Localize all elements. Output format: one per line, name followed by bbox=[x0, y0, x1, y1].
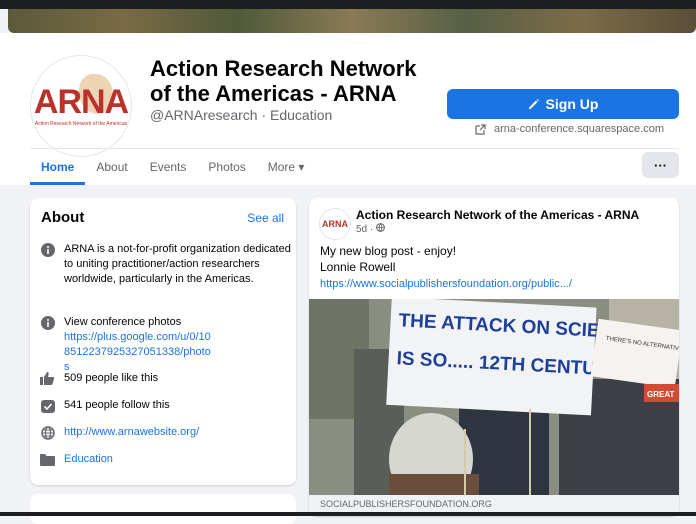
post-author-avatar[interactable]: ARNA bbox=[320, 209, 350, 239]
likes-count: 509 people like this bbox=[64, 372, 159, 384]
profile-picture[interactable]: ARNA Action Research Network of the Amer… bbox=[31, 56, 131, 156]
page-tabs: Home About Events Photos More ▾ bbox=[30, 149, 315, 185]
globe-icon bbox=[40, 425, 55, 440]
sign-great-text: GREAT bbox=[647, 390, 675, 399]
post-timestamp[interactable]: 5d · bbox=[356, 223, 385, 235]
thumbs-up-icon bbox=[40, 371, 55, 386]
post-link-preview-image[interactable]: THE ATTACK ON SCIENCE IS SO..... 12TH CE… bbox=[309, 299, 679, 495]
category-row: Education bbox=[40, 452, 294, 467]
info-icon bbox=[40, 242, 55, 257]
sign-up-button[interactable]: Sign Up bbox=[447, 89, 679, 119]
follows-count: 541 people follow this bbox=[64, 399, 170, 411]
pencil-icon bbox=[528, 99, 539, 109]
more-options-button[interactable]: ··· bbox=[642, 152, 679, 178]
sign-small: THERE'S NO ALTERNATIVE EARTH! bbox=[590, 318, 679, 388]
post-time-text: 5d · bbox=[356, 224, 377, 235]
tab-events[interactable]: Events bbox=[139, 149, 198, 185]
window-bottom-bar bbox=[0, 512, 696, 516]
website-row: http://www.arnawebsite.org/ bbox=[40, 425, 294, 440]
page-header: ARNA Action Research Network of the Amer… bbox=[0, 33, 696, 185]
page-title: Action Research Network of the Americas … bbox=[150, 56, 417, 106]
post-author-name[interactable]: Action Research Network of the Americas … bbox=[356, 208, 639, 222]
website-link[interactable]: arna-conference.squarespace.com bbox=[475, 123, 664, 135]
sign-up-label: Sign Up bbox=[545, 96, 599, 112]
conference-photos-link[interactable]: https://plus.google.com/u/0/108512237925… bbox=[64, 331, 211, 373]
category-link[interactable]: Education bbox=[64, 452, 294, 467]
tab-home[interactable]: Home bbox=[30, 149, 86, 185]
post-card: ARNA Action Research Network of the Amer… bbox=[309, 198, 679, 516]
likes-row: 509 people like this bbox=[40, 371, 294, 386]
post-text-line-1: My new blog post - enjoy! bbox=[320, 244, 457, 258]
page-handle-category: @ARNAresearch · Education bbox=[150, 107, 333, 123]
website-link-text: arna-conference.squarespace.com bbox=[494, 123, 664, 135]
arna-logo: ARNA bbox=[33, 83, 129, 121]
about-description: ARNA is a not-for-profit organization de… bbox=[64, 243, 291, 285]
globe-icon bbox=[376, 223, 385, 232]
conference-photos-row: View conference photos https://plus.goog… bbox=[40, 315, 214, 375]
folder-icon bbox=[40, 452, 55, 467]
post-text-line-2: Lonnie Rowell bbox=[320, 260, 396, 274]
post-link[interactable]: https://www.socialpublishersfoundation.o… bbox=[320, 278, 572, 290]
second-sidebar-card bbox=[30, 494, 296, 524]
tab-about[interactable]: About bbox=[85, 149, 138, 185]
tab-more[interactable]: More ▾ bbox=[257, 149, 316, 185]
about-website-link[interactable]: http://www.arnawebsite.org/ bbox=[64, 425, 294, 440]
external-link-icon bbox=[475, 123, 486, 135]
tab-photos[interactable]: Photos bbox=[197, 149, 256, 185]
follow-check-icon bbox=[40, 398, 55, 413]
window-top-bar bbox=[0, 0, 696, 9]
about-card: About See all ARNA is a not-for-profit o… bbox=[30, 198, 296, 485]
follows-row: 541 people follow this bbox=[40, 398, 294, 413]
see-all-link[interactable]: See all bbox=[247, 211, 284, 225]
conference-photos-label: View conference photos bbox=[64, 316, 182, 328]
about-heading: About bbox=[41, 209, 85, 226]
arna-logo-subtext: Action Research Network of the Americas bbox=[34, 121, 128, 127]
about-description-row: ARNA is a not-for-profit organization de… bbox=[40, 242, 294, 287]
post-body: My new blog post - enjoy! Lonnie Rowell bbox=[320, 243, 456, 275]
cover-photo[interactable] bbox=[8, 9, 696, 33]
info-icon bbox=[40, 315, 55, 330]
